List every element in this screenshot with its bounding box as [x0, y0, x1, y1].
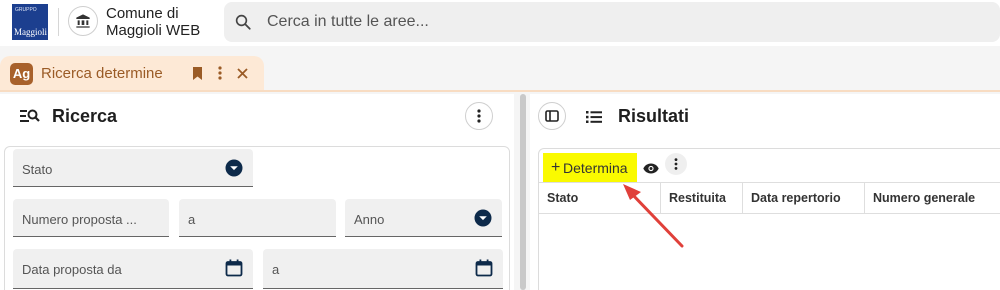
column-header-numero-generale[interactable]: Numero generale	[865, 183, 1000, 214]
data-proposta-a-label: a	[272, 262, 280, 277]
top-bar: GRUPPO Maggioli Comune di Maggioli WEB C…	[0, 0, 1000, 46]
bookmark-icon[interactable]	[190, 66, 204, 80]
search-panel-title: Ricerca	[52, 106, 118, 126]
results-table-header: Stato Restituita Data repertorio Numero …	[539, 182, 1000, 214]
results-table-container: + Determina Stato Restituita Data repert…	[538, 148, 1000, 290]
toggle-sidebar-button[interactable]	[538, 102, 566, 130]
sidebar-toggle-icon	[545, 110, 559, 122]
app-badge: Ag	[10, 63, 33, 85]
column-header-stato[interactable]: Stato	[539, 183, 661, 214]
numero-proposta-a-label: a	[188, 212, 196, 227]
column-header-restituita[interactable]: Restituita	[661, 183, 743, 214]
more-vert-icon	[674, 158, 678, 170]
search-filter-icon	[20, 108, 40, 129]
header-divider	[58, 8, 59, 36]
app-title: Comune di Maggioli WEB	[106, 5, 200, 39]
search-form: Stato Numero proposta ... a Anno Data pr…	[4, 146, 510, 290]
logo-text: Maggioli	[14, 27, 47, 37]
stato-label: Stato	[22, 162, 53, 177]
numero-proposta-da-input[interactable]: Numero proposta ...	[13, 199, 169, 237]
logo-small-text: GRUPPO	[15, 7, 37, 13]
tab-ricerca-determine[interactable]: Ag Ricerca determine	[0, 56, 264, 91]
maggioli-logo[interactable]: GRUPPO Maggioli	[12, 4, 48, 40]
results-panel-title: Risultati	[618, 106, 690, 126]
results-panel: Risultati + Determina Stato Restituita D…	[530, 94, 1000, 290]
town-hall-icon[interactable]	[68, 6, 98, 36]
more-vert-icon[interactable]	[213, 66, 227, 80]
anno-label: Anno	[354, 212, 385, 227]
tab-underline	[0, 90, 1000, 92]
dropdown-icon	[225, 159, 243, 182]
calendar-icon[interactable]	[475, 259, 493, 282]
search-panel-more-button[interactable]	[465, 102, 493, 130]
anno-select[interactable]: Anno	[345, 199, 502, 237]
results-more-button[interactable]	[665, 153, 687, 175]
search-icon	[234, 13, 252, 36]
stato-select[interactable]: Stato	[13, 149, 253, 187]
data-proposta-da-label: Data proposta da	[22, 262, 122, 277]
app-title-line2: Maggioli WEB	[106, 22, 201, 39]
tab-strip: Ag Ricerca determine	[0, 56, 1000, 92]
data-proposta-da-input[interactable]: Data proposta da	[13, 249, 253, 289]
add-determina-button[interactable]: + Determina	[543, 153, 637, 183]
eye-icon[interactable]	[643, 161, 659, 179]
tab-label: Ricerca determine	[41, 65, 163, 82]
column-header-data-repertorio[interactable]: Data repertorio	[743, 183, 865, 214]
numero-proposta-label: Numero proposta ...	[22, 212, 137, 227]
calendar-icon[interactable]	[225, 259, 243, 282]
plus-icon: +	[551, 159, 561, 176]
add-determina-label: Determina	[563, 160, 628, 176]
panel-splitter[interactable]	[520, 94, 526, 290]
dropdown-icon	[474, 209, 492, 232]
app-title-line1: Comune di	[106, 5, 179, 22]
list-icon	[586, 110, 602, 128]
close-icon[interactable]	[235, 66, 249, 80]
data-proposta-a-input[interactable]: a	[263, 249, 503, 289]
global-search-input[interactable]: Cerca in tutte le aree...	[224, 2, 1000, 42]
numero-proposta-a-input[interactable]: a	[179, 199, 336, 237]
search-panel: Ricerca Stato Numero proposta ... a Anno…	[0, 94, 514, 290]
more-vert-icon	[477, 109, 481, 123]
search-placeholder: Cerca in tutte le aree...	[267, 13, 429, 30]
